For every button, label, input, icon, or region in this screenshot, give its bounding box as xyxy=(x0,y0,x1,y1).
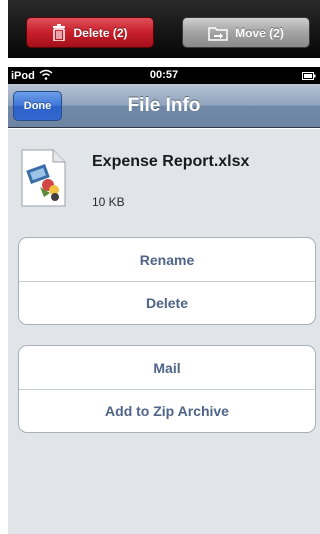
move-selected-label: Move (2) xyxy=(235,25,284,40)
status-bar: iPod 00:57 xyxy=(8,67,320,84)
add-to-zip-archive-button[interactable]: Add to Zip Archive xyxy=(19,389,315,432)
file-name: Expense Report.xlsx xyxy=(92,153,250,170)
rename-button[interactable]: Rename xyxy=(19,238,315,281)
move-selected-button[interactable]: Move (2) xyxy=(182,17,310,48)
delete-file-button[interactable]: Delete xyxy=(19,281,315,324)
file-actions-group: Rename Delete xyxy=(18,237,316,325)
trash-icon xyxy=(52,24,66,41)
status-time: 00:57 xyxy=(149,69,179,81)
file-info-content: Expense Report.xlsx 10 KB Rename Delete … xyxy=(8,129,320,534)
navigation-bar: Done File Info xyxy=(8,84,320,128)
mail-button[interactable]: Mail xyxy=(19,346,315,389)
action-toolbar: Delete (2) Move (2) xyxy=(8,0,320,58)
delete-selected-label: Delete (2) xyxy=(73,25,128,40)
spreadsheet-file-icon xyxy=(20,149,66,212)
battery-icon xyxy=(302,71,316,83)
folder-move-icon xyxy=(208,25,228,41)
delete-selected-button[interactable]: Delete (2) xyxy=(26,17,154,48)
file-size: 10 KB xyxy=(92,195,125,209)
share-actions-group: Mail Add to Zip Archive xyxy=(18,345,316,433)
page-title: File Info xyxy=(127,95,201,116)
